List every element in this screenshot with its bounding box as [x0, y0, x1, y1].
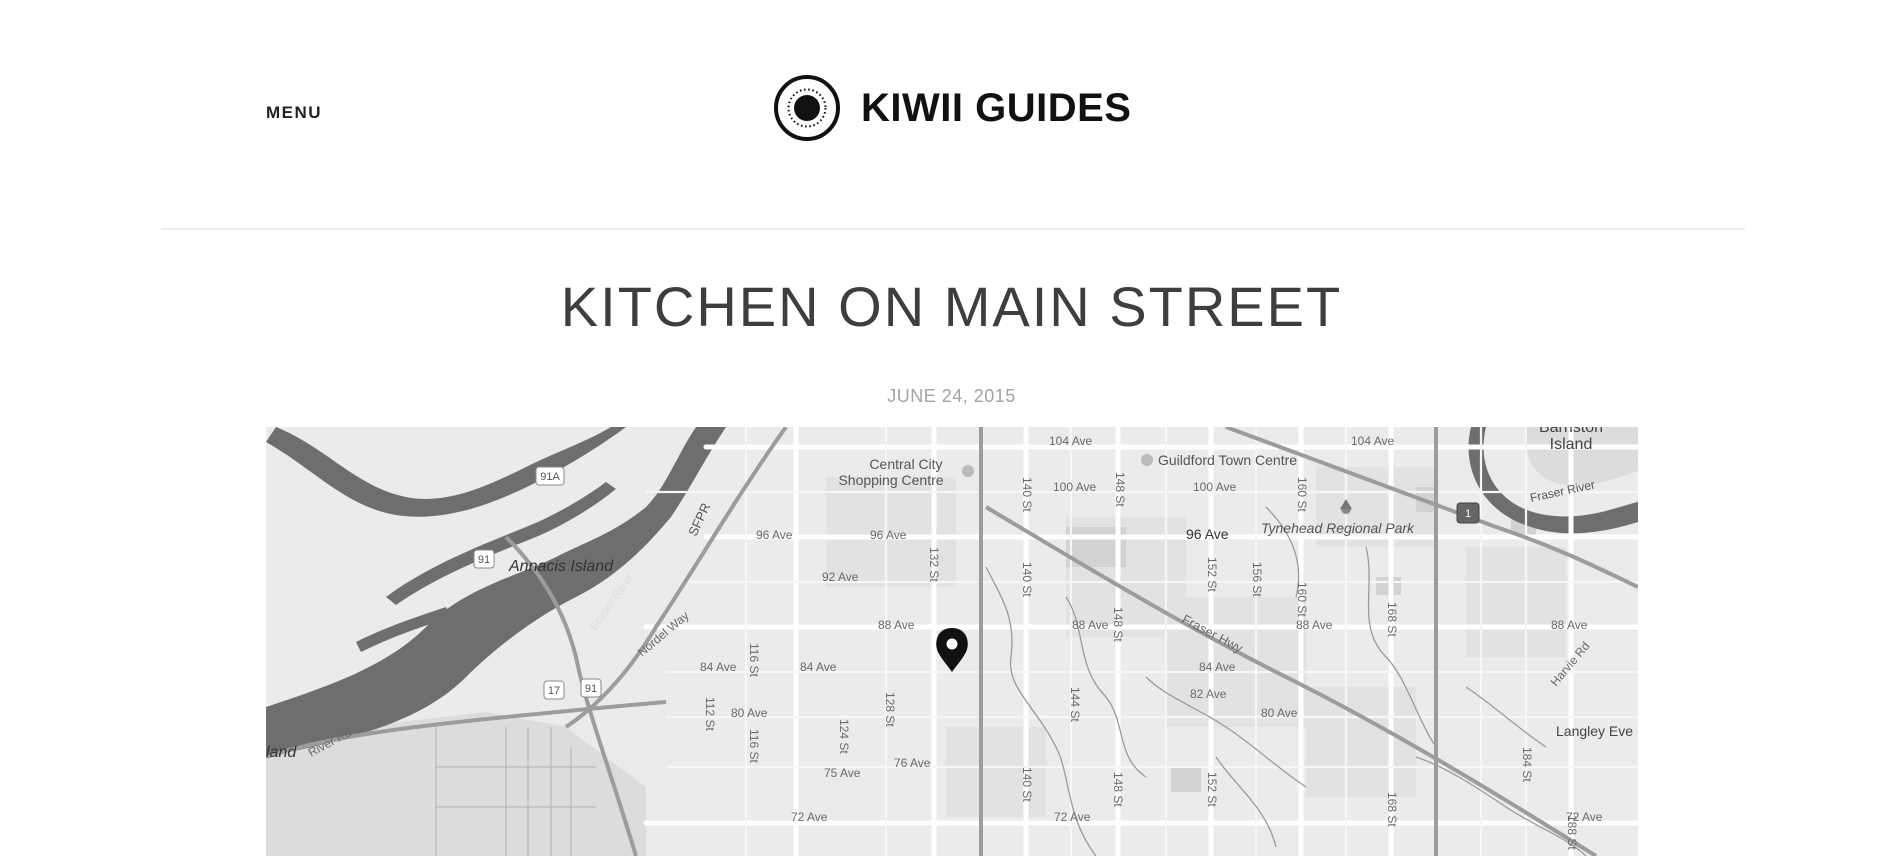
road-168st-1: 168 St	[1385, 602, 1399, 637]
hwy-1-shield: 1	[1465, 508, 1471, 520]
road-144st: 144 St	[1068, 687, 1082, 722]
road-84ave-3: 84 Ave	[1199, 660, 1236, 674]
road-88ave-2: 88 Ave	[1072, 618, 1109, 632]
road-188st: 188 St	[1565, 815, 1579, 850]
map-place-guildford: Guildford Town Centre	[1158, 452, 1297, 468]
map-place-central-city: Central City	[869, 456, 942, 472]
map-place-barnston-2: Island	[1550, 436, 1593, 453]
road-184st: 184 St	[1520, 747, 1534, 782]
post-title: KITCHEN ON MAIN STREET	[560, 275, 1343, 338]
road-116st-1: 116 St	[747, 643, 761, 677]
hwy-91a-shield: 91A	[540, 471, 560, 483]
road-82ave: 82 Ave	[1190, 687, 1227, 701]
road-168st-2: 168 St	[1385, 792, 1399, 827]
road-96ave-2: 96 Ave	[870, 528, 907, 542]
road-88ave-4: 88 Ave	[1551, 618, 1588, 632]
road-72ave-1: 72 Ave	[791, 810, 828, 824]
road-132st: 132 St	[927, 547, 941, 582]
road-100ave-1: 100 Ave	[1053, 480, 1096, 494]
road-124st: 124 St	[837, 719, 851, 754]
road-96ave-1: 96 Ave	[756, 528, 793, 542]
site-logo[interactable]: KIWII GUIDES	[773, 74, 1131, 142]
road-84ave-2: 84 Ave	[800, 660, 837, 674]
post-date: JUNE 24, 2015	[887, 386, 1016, 406]
header-divider	[161, 228, 1745, 230]
map-place-tynehead: Tynehead Regional Park	[1261, 520, 1415, 536]
road-140st-1: 140 St	[1020, 477, 1034, 512]
map-place-barnston-1: Barnston	[1539, 427, 1603, 436]
road-80ave-2: 80 Ave	[1261, 706, 1298, 720]
road-140st-2: 140 St	[1020, 562, 1034, 597]
road-96ave-3: 96 Ave	[1186, 526, 1229, 542]
road-75ave: 75 Ave	[824, 766, 861, 780]
road-152st-1: 152 St	[1205, 557, 1219, 592]
road-128st: 128 St	[883, 692, 897, 727]
map-place-annacis: Annacis Island	[508, 558, 614, 575]
road-140st-3: 140 St	[1020, 767, 1034, 802]
map-place-langley: Langley Eve	[1556, 723, 1633, 739]
road-76ave: 76 Ave	[894, 756, 931, 770]
hwy-91-shield-2: 91	[585, 683, 597, 695]
brand-name: KIWII GUIDES	[861, 85, 1132, 130]
road-92ave: 92 Ave	[822, 570, 859, 584]
road-160st-2: 160 St	[1295, 582, 1309, 617]
road-160st-1: 160 St	[1295, 477, 1309, 512]
road-72ave-2: 72 Ave	[1054, 810, 1091, 824]
road-100ave-2: 100 Ave	[1193, 480, 1236, 494]
road-152st-2: 152 St	[1205, 772, 1219, 807]
menu-button[interactable]: MENU	[266, 103, 322, 123]
map-canvas[interactable]: 91A 91 91 17 1 Central City Shopping Cen…	[266, 427, 1638, 856]
road-148st-3: 148 St	[1111, 772, 1125, 807]
map-place-island-left: land	[266, 744, 297, 761]
road-88ave-3: 88 Ave	[1296, 618, 1333, 632]
road-156st: 156 St	[1250, 562, 1264, 597]
road-104ave-2: 104 Ave	[1351, 434, 1394, 448]
road-84ave-1: 84 Ave	[700, 660, 737, 674]
logo-icon	[774, 75, 840, 141]
road-112st: 112 St	[703, 697, 717, 731]
road-104ave-1: 104 Ave	[1049, 434, 1092, 448]
road-80ave-1: 80 Ave	[731, 706, 768, 720]
hwy-17-shield: 17	[548, 685, 560, 697]
location-map[interactable]: 91A 91 91 17 1 Central City Shopping Cen…	[266, 427, 1638, 856]
road-148st-1: 148 St	[1113, 472, 1127, 507]
map-place-central-city-2: Shopping Centre	[838, 472, 943, 488]
road-88ave-1: 88 Ave	[878, 618, 915, 632]
hwy-91-shield-1: 91	[478, 554, 490, 566]
road-116st-2: 116 St	[747, 729, 761, 763]
road-148st-2: 148 St	[1111, 607, 1125, 642]
